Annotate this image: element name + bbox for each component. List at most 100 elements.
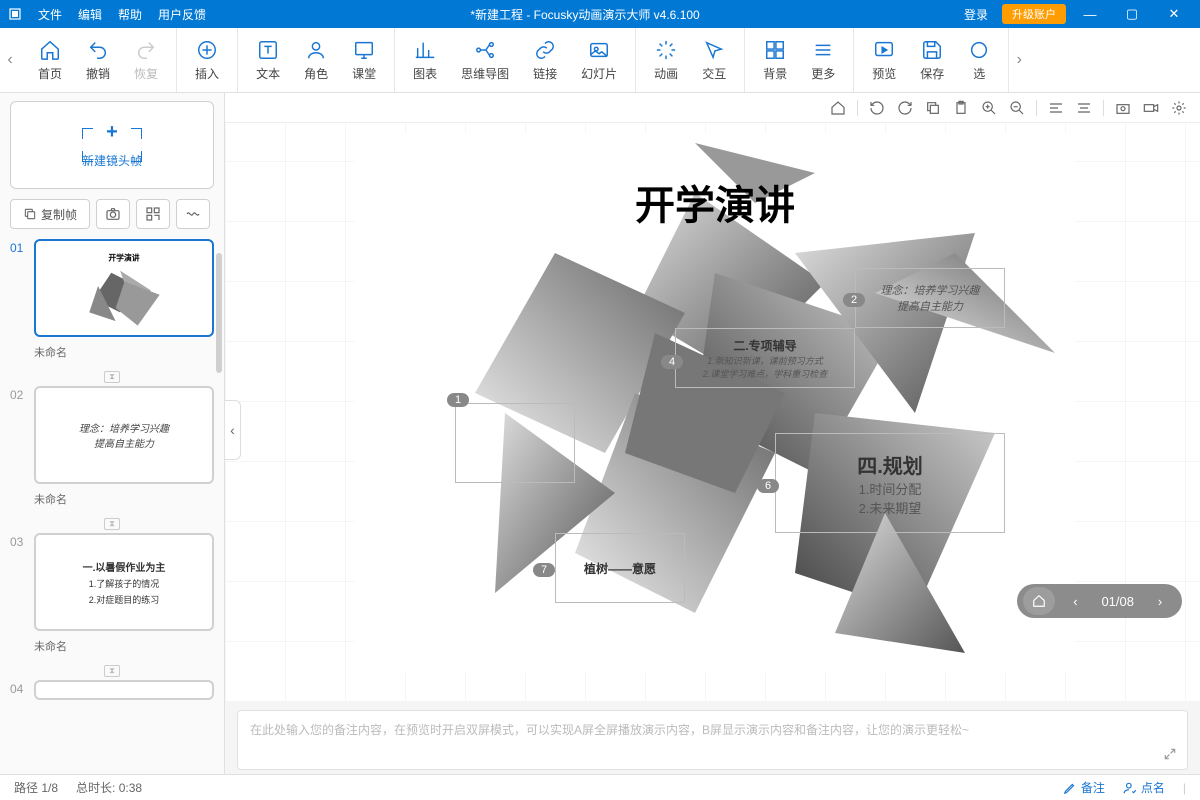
window-maximize-icon[interactable]: ▢ bbox=[1114, 6, 1150, 22]
section-frame-6[interactable]: 四.规划 1.时间分配 2.未来期望 bbox=[775, 433, 1005, 533]
chart-button[interactable]: 图表 bbox=[401, 28, 449, 92]
sparkle-icon bbox=[655, 39, 677, 61]
menu-help[interactable]: 帮助 bbox=[110, 6, 150, 23]
play-icon bbox=[873, 39, 895, 61]
frame-thumb-3[interactable]: 03 一.以暑假作业为主1.了解孩子的情况2.对症题目的练习 bbox=[10, 533, 214, 631]
mindmap-button[interactable]: 思维导图 bbox=[449, 28, 521, 92]
section-frame-4[interactable]: 二.专项辅导 1.新知识新课，课前预习方式 2.课堂学习难点，学科重习检查 bbox=[675, 328, 855, 388]
canvas-home-icon[interactable] bbox=[829, 99, 847, 117]
notes-placeholder: 在此处输入您的备注内容，在预览时开启双屏模式，可以实现A屏全屏播放演示内容，B屏… bbox=[250, 721, 969, 738]
class-button[interactable]: 课堂 bbox=[340, 28, 388, 92]
person-check-icon bbox=[1123, 781, 1137, 795]
zoom-in-icon[interactable] bbox=[980, 99, 998, 117]
section-frame-2[interactable]: 理念：培养学习兴趣 提高自主能力 bbox=[855, 268, 1005, 328]
grid-icon bbox=[764, 39, 786, 61]
menu-file[interactable]: 文件 bbox=[30, 6, 70, 23]
record-icon[interactable] bbox=[1142, 99, 1160, 117]
screen-icon bbox=[353, 39, 375, 61]
status-roll-button[interactable]: 点名 bbox=[1123, 779, 1165, 796]
expand-notes-icon[interactable] bbox=[1163, 747, 1177, 761]
canvas[interactable]: 开学演讲 1 理念：培养学习兴趣 提高自主能力 2 二.专项辅导 1.新知识新课… bbox=[225, 123, 1200, 702]
toolbar-scroll-left[interactable]: ‹ bbox=[0, 51, 20, 69]
frame-tag-4: 4 bbox=[661, 355, 683, 369]
canvas-toolbar bbox=[225, 93, 1200, 123]
menu-edit[interactable]: 编辑 bbox=[70, 6, 110, 23]
frame-tag-1: 1 bbox=[447, 393, 469, 407]
copy-frame-label: 复制帧 bbox=[41, 206, 77, 223]
link-button[interactable]: 链接 bbox=[521, 28, 569, 92]
background-button[interactable]: 背景 bbox=[751, 28, 799, 92]
interact-button[interactable]: 交互 bbox=[690, 28, 738, 92]
section-frame-7[interactable]: 植树——意愿 bbox=[555, 533, 685, 603]
rotate-right-icon[interactable] bbox=[896, 99, 914, 117]
panel-scrollbar[interactable] bbox=[216, 193, 222, 766]
toolbar-scroll-right[interactable]: › bbox=[1009, 51, 1029, 69]
zoom-out-icon[interactable] bbox=[1008, 99, 1026, 117]
more-button[interactable]: 更多 bbox=[799, 28, 847, 92]
collapse-panel-button[interactable]: ‹ bbox=[225, 400, 241, 460]
frame-thumb-1[interactable]: 01 开学演讲 bbox=[10, 239, 214, 337]
mindmap-icon bbox=[474, 39, 496, 61]
slide-frame[interactable]: 开学演讲 1 理念：培养学习兴趣 提高自主能力 2 二.专项辅导 1.新知识新课… bbox=[355, 133, 1075, 673]
login-link[interactable]: 登录 bbox=[956, 6, 996, 23]
path-indicator: 路径 1/8 bbox=[14, 779, 58, 796]
save-button[interactable]: 保存 bbox=[908, 28, 956, 92]
insert-button[interactable]: 插入 bbox=[183, 28, 231, 92]
frame-tag-2: 2 bbox=[843, 293, 865, 307]
nav-prev-icon[interactable]: ‹ bbox=[1059, 587, 1091, 615]
menu-feedback[interactable]: 用户反馈 bbox=[150, 6, 214, 23]
nav-next-icon[interactable]: › bbox=[1144, 587, 1176, 615]
frame-thumb-4[interactable]: 04 bbox=[10, 680, 214, 700]
copy-canvas-icon[interactable] bbox=[924, 99, 942, 117]
settings-icon[interactable] bbox=[1170, 99, 1188, 117]
qr-icon bbox=[145, 206, 161, 222]
copy-icon bbox=[23, 207, 37, 221]
slide-navigator: ‹ 01/08 › bbox=[1017, 584, 1182, 618]
redo-button[interactable]: 恢复 bbox=[122, 28, 170, 92]
select-button[interactable]: 选 bbox=[956, 28, 1002, 92]
camera-button[interactable] bbox=[96, 199, 130, 229]
frame-tag-7: 7 bbox=[533, 563, 555, 577]
snapshot-icon[interactable] bbox=[1114, 99, 1132, 117]
person-icon bbox=[305, 39, 327, 61]
transition-icon[interactable]: ⧗ bbox=[104, 518, 120, 530]
undo-button[interactable]: 撤销 bbox=[74, 28, 122, 92]
transition-icon[interactable]: ⧗ bbox=[104, 371, 120, 383]
copy-frame-button[interactable]: 复制帧 bbox=[10, 199, 90, 229]
slide-title[interactable]: 开学演讲 bbox=[635, 173, 795, 231]
slide-icon bbox=[588, 39, 610, 61]
thumb-title: 未命名 bbox=[10, 635, 214, 662]
wave-button[interactable] bbox=[176, 199, 210, 229]
window-minimize-icon[interactable]: — bbox=[1072, 7, 1108, 22]
undo-icon bbox=[87, 39, 109, 61]
notes-area[interactable]: 在此处输入您的备注内容，在预览时开启双屏模式，可以实现A屏全屏播放演示内容，B屏… bbox=[237, 710, 1188, 770]
thumb-title: 未命名 bbox=[10, 341, 214, 368]
rotate-left-icon[interactable] bbox=[868, 99, 886, 117]
slide-button[interactable]: 幻灯片 bbox=[569, 28, 629, 92]
new-frame-button[interactable]: + 新建镜头帧 bbox=[10, 101, 214, 189]
window-close-icon[interactable]: ✕ bbox=[1156, 6, 1192, 22]
qr-button[interactable] bbox=[136, 199, 170, 229]
duration-indicator: 总时长: 0:38 bbox=[76, 779, 142, 796]
status-notes-button[interactable]: 备注 bbox=[1063, 779, 1105, 796]
align-center-icon[interactable] bbox=[1075, 99, 1093, 117]
align-left-icon[interactable] bbox=[1047, 99, 1065, 117]
menu-icon bbox=[812, 39, 834, 61]
window-title: *新建工程 - Focusky动画演示大师 v4.6.100 bbox=[214, 6, 956, 23]
role-button[interactable]: 角色 bbox=[292, 28, 340, 92]
text-button[interactable]: 文本 bbox=[244, 28, 292, 92]
nav-home-icon[interactable] bbox=[1023, 587, 1055, 615]
thumbnail-list: 01 开学演讲 未命名 ⧗ 02 理念：培养学习兴趣提高自主能力 未命名 ⧗ 0… bbox=[10, 239, 214, 766]
transition-icon[interactable]: ⧗ bbox=[104, 665, 120, 677]
frame-panel: + 新建镜头帧 复制帧 01 开学演讲 未命名 ⧗ 02 理念： bbox=[0, 93, 225, 774]
anim-button[interactable]: 动画 bbox=[642, 28, 690, 92]
thumb-number: 01 bbox=[10, 239, 28, 337]
redo-icon bbox=[135, 39, 157, 61]
section-frame-1[interactable] bbox=[455, 403, 575, 483]
preview-button[interactable]: 预览 bbox=[860, 28, 908, 92]
paste-canvas-icon[interactable] bbox=[952, 99, 970, 117]
home-button[interactable]: 首页 bbox=[26, 28, 74, 92]
upgrade-button[interactable]: 升级账户 bbox=[1002, 4, 1066, 24]
titlebar: 文件 编辑 帮助 用户反馈 *新建工程 - Focusky动画演示大师 v4.6… bbox=[0, 0, 1200, 28]
frame-thumb-2[interactable]: 02 理念：培养学习兴趣提高自主能力 bbox=[10, 386, 214, 484]
